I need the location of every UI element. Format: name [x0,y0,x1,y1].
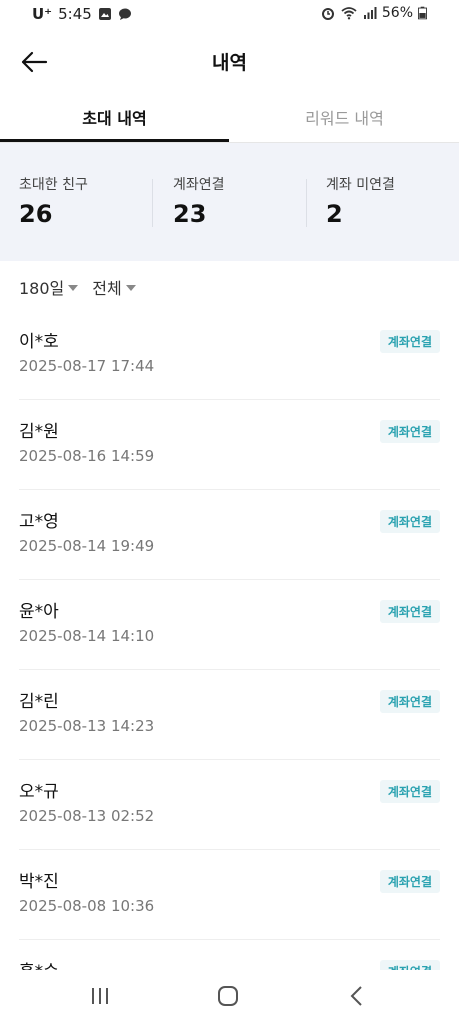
stat-value: 23 [173,200,207,228]
gallery-notification-icon [98,8,111,20]
friend-name: 홍*수 [19,957,59,970]
invite-summary: 초대한 친구 26 계좌연결 23 계좌 미연결 2 [0,143,459,261]
stat-value: 26 [19,200,53,228]
status-badge: 계좌연결 [379,870,440,893]
chat-notification-icon [118,8,131,20]
tab-reward-history[interactable]: 리워드 내역 [230,94,459,140]
system-back-button[interactable] [337,980,377,1012]
list-item[interactable]: 윤*아 2025-08-14 14:10 계좌연결 [19,580,440,670]
battery-icon [418,6,427,20]
stat-value: 2 [326,200,343,228]
list-item[interactable]: 김*원 2025-08-16 14:59 계좌연결 [19,400,440,490]
page-title: 내역 [212,52,247,74]
list-item[interactable]: 이*호 2025-08-17 17:44 계좌연결 [19,310,440,400]
filter-bar: 180일 전체 [19,275,136,299]
list-item[interactable]: 고*영 2025-08-14 19:49 계좌연결 [19,490,440,580]
app-bar: 내역 [0,36,459,88]
friend-name: 고*영 [19,512,59,532]
tab-bar: 초대 내역 리워드 내역 [0,94,459,143]
status-badge: 계좌연결 [379,690,440,713]
friend-name: 오*규 [19,782,59,802]
status-badge: 계좌연결 [379,330,440,353]
period-filter-dropdown[interactable]: 180일 [19,275,79,299]
system-navigation-bar [0,970,459,1024]
status-bar-right: 56% [321,5,427,21]
home-button[interactable] [208,980,248,1012]
status-badge: 계좌연결 [379,960,440,970]
tab-invite-history[interactable]: 초대 내역 [0,94,229,142]
status-badge: 계좌연결 [379,600,440,623]
invite-date: 2025-08-08 10:36 [19,897,155,915]
friend-name: 김*린 [19,692,59,712]
invite-date: 2025-08-13 14:23 [19,717,155,735]
stat-label: 계좌연결 [173,177,225,193]
friend-name: 이*호 [19,332,59,352]
battery-percentage: 56% [381,5,413,21]
clock: 5:45 [58,5,92,23]
invite-date: 2025-08-14 14:10 [19,627,155,645]
recent-apps-button[interactable] [80,980,120,1012]
type-filter-dropdown[interactable]: 전체 [92,275,136,299]
type-filter-label: 전체 [92,279,122,298]
status-badge: 계좌연결 [379,510,440,533]
carrier-label: U⁺ [32,5,53,23]
signal-icon [363,7,377,19]
wifi-icon [341,7,357,20]
stat-divider [306,179,307,227]
home-icon [218,986,238,1006]
invite-date: 2025-08-17 17:44 [19,357,155,375]
list-item[interactable]: 오*규 2025-08-13 02:52 계좌연결 [19,760,440,850]
invite-date: 2025-08-13 02:52 [19,807,155,825]
list-item[interactable]: 김*린 2025-08-13 14:23 계좌연결 [19,670,440,760]
friend-name: 박*진 [19,872,59,892]
invite-history-screen: U⁺ 5:45 56% 내역 초대 내역 리워드 내역 초대한 친구 26 계좌… [0,0,459,1024]
stat-label: 초대한 친구 [19,177,88,193]
list-item[interactable]: 홍*수 계좌연결 [19,940,440,970]
status-badge: 계좌연결 [379,420,440,443]
friend-name: 윤*아 [19,602,59,622]
status-badge: 계좌연결 [379,780,440,803]
recent-apps-icon [92,988,108,1004]
chevron-left-icon [350,986,362,1006]
invite-date: 2025-08-16 14:59 [19,447,155,465]
caret-down-icon [68,285,79,291]
status-bar-left: U⁺ 5:45 [32,5,132,23]
friend-name: 김*원 [19,422,59,442]
invite-date: 2025-08-14 19:49 [19,537,155,555]
stat-label: 계좌 미연결 [326,177,395,193]
list-item[interactable]: 박*진 2025-08-08 10:36 계좌연결 [19,850,440,940]
stat-divider [152,179,153,227]
invite-list[interactable]: 이*호 2025-08-17 17:44 계좌연결 김*원 2025-08-16… [19,310,440,970]
alarm-icon [321,8,334,20]
period-filter-label: 180일 [19,279,65,298]
caret-down-icon [125,285,136,291]
status-bar: U⁺ 5:45 56% [0,0,459,28]
